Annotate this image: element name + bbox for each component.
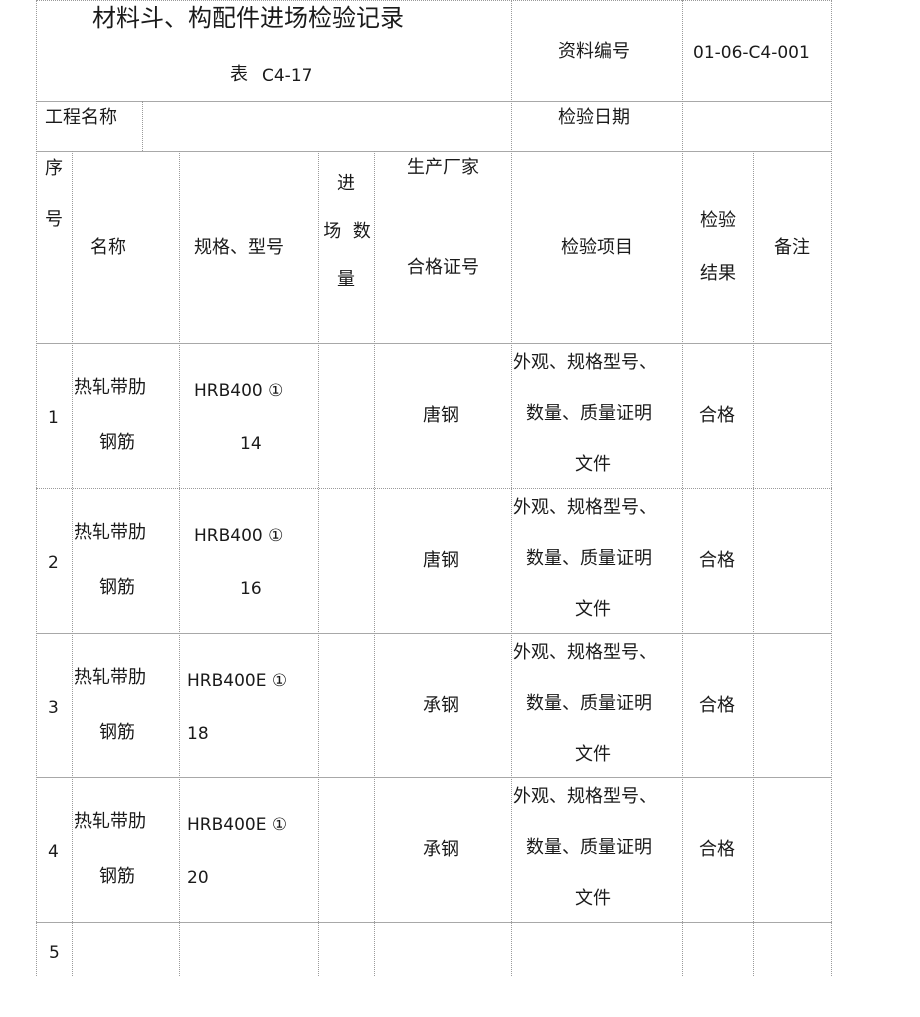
- row-result[interactable]: 合格: [699, 840, 735, 860]
- row-line: [36, 488, 832, 489]
- row-result[interactable]: 合格: [699, 696, 735, 716]
- col-header-result: 结果: [700, 263, 736, 284]
- row-name[interactable]: 钢筋: [99, 578, 135, 598]
- row-seq: 2: [48, 553, 59, 573]
- col-header-cert: 合格证号: [407, 257, 479, 278]
- doc-no-value[interactable]: 01-06-C4-001: [693, 43, 810, 63]
- row-maker[interactable]: 承钢: [423, 696, 459, 716]
- row-spec[interactable]: HRB400 ①: [194, 381, 283, 401]
- col-header-seq: 序: [45, 158, 63, 179]
- col-line: [682, 0, 683, 976]
- col-header-seq: 号: [45, 209, 63, 230]
- row-spec[interactable]: 16: [240, 579, 262, 599]
- row-name[interactable]: 热轧带肋: [74, 668, 146, 688]
- row-items[interactable]: 外观、规格型号、: [513, 498, 657, 518]
- row-seq: 3: [48, 698, 59, 718]
- row-items[interactable]: 外观、规格型号、: [513, 787, 657, 807]
- row-items[interactable]: 外观、规格型号、: [513, 643, 657, 663]
- col-header-qty: 场 数: [323, 221, 371, 242]
- col-header-spec: 规格、型号: [194, 237, 284, 258]
- form-title: 材料斗、构配件进场检验记录: [92, 4, 404, 32]
- row-items[interactable]: 数量、质量证明: [526, 838, 652, 858]
- row-name[interactable]: 钢筋: [99, 723, 135, 743]
- row-line: [36, 101, 832, 102]
- row-items[interactable]: 外观、规格型号、: [513, 353, 657, 373]
- row-line: [36, 922, 832, 923]
- col-line: [179, 151, 180, 976]
- row-maker[interactable]: 承钢: [423, 840, 459, 860]
- col-header-maker: 生产厂家: [407, 157, 479, 178]
- row-items[interactable]: 数量、质量证明: [526, 549, 652, 569]
- row-items[interactable]: 文件: [575, 745, 611, 765]
- row-spec[interactable]: HRB400 ①: [194, 526, 283, 546]
- row-items[interactable]: 文件: [575, 889, 611, 909]
- row-spec[interactable]: 20: [187, 868, 209, 888]
- row-seq: 1: [48, 408, 59, 428]
- project-label: 工程名称: [45, 107, 117, 128]
- col-header-name: 名称: [90, 237, 126, 258]
- row-items[interactable]: 数量、质量证明: [526, 694, 652, 714]
- row-seq: 4: [48, 842, 59, 862]
- row-items[interactable]: 文件: [575, 455, 611, 475]
- col-line: [831, 0, 832, 976]
- row-line: [36, 777, 832, 778]
- row-line: [36, 151, 832, 152]
- row-items[interactable]: 文件: [575, 600, 611, 620]
- col-header-qty: 进: [337, 173, 355, 194]
- col-header-result: 检验: [700, 210, 736, 231]
- row-items[interactable]: 数量、质量证明: [526, 404, 652, 424]
- row-name[interactable]: 钢筋: [99, 867, 135, 887]
- row-name[interactable]: 热轧带肋: [74, 378, 146, 398]
- col-line: [36, 0, 37, 976]
- row-maker[interactable]: 唐钢: [423, 551, 459, 571]
- col-header-qty: 量: [337, 269, 355, 290]
- row-seq: 5: [49, 943, 60, 963]
- row-spec[interactable]: HRB400E ①: [187, 671, 287, 691]
- row-spec[interactable]: HRB400E ①: [187, 815, 287, 835]
- row-name[interactable]: 热轧带肋: [74, 812, 146, 832]
- row-spec[interactable]: 18: [187, 724, 209, 744]
- row-name[interactable]: 钢筋: [99, 433, 135, 453]
- col-line: [753, 151, 754, 976]
- col-line: [318, 151, 319, 976]
- date-value[interactable]: [690, 108, 825, 144]
- project-value[interactable]: [150, 108, 505, 144]
- col-header-items: 检验项目: [561, 237, 633, 258]
- col-line: [511, 0, 512, 976]
- row-result[interactable]: 合格: [699, 406, 735, 426]
- form-prefix: 表: [230, 64, 248, 85]
- col-line: [374, 151, 375, 976]
- col-line: [72, 151, 73, 976]
- form-code: C4-17: [262, 66, 313, 86]
- row-maker[interactable]: 唐钢: [423, 406, 459, 426]
- table-border-top: [36, 0, 832, 1]
- row-line: [36, 343, 832, 344]
- doc-no-label: 资料编号: [558, 41, 630, 62]
- row-spec[interactable]: 14: [240, 434, 262, 454]
- row-line: [36, 633, 832, 634]
- row-name[interactable]: 热轧带肋: [74, 523, 146, 543]
- inspection-record-form: 材料斗、构配件进场检验记录 表 C4-17 资料编号 01-06-C4-001 …: [0, 0, 920, 1017]
- col-header-remark: 备注: [774, 237, 810, 258]
- date-label: 检验日期: [558, 107, 630, 128]
- col-line: [142, 101, 143, 151]
- row-result[interactable]: 合格: [699, 551, 735, 571]
